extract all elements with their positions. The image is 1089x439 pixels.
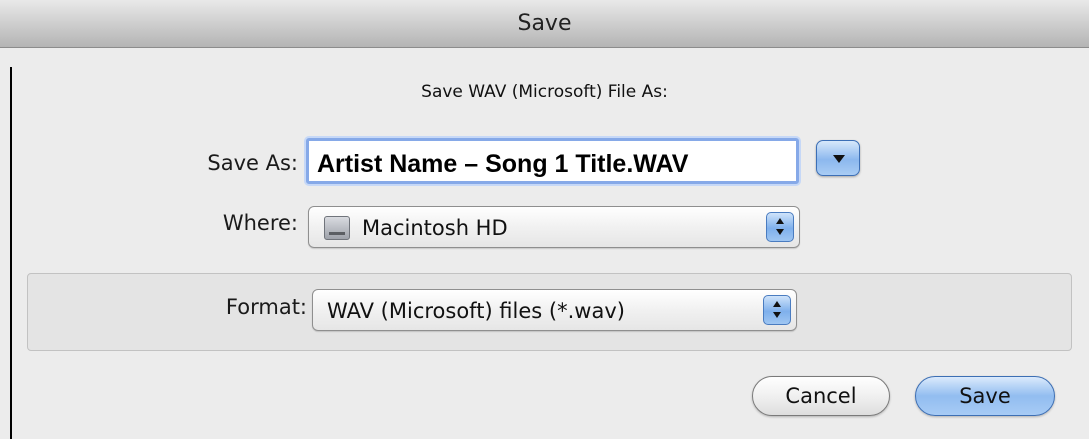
- dialog-prompt: Save WAV (Microsoft) File As:: [421, 82, 668, 102]
- title-bar[interactable]: Save: [0, 0, 1089, 48]
- format-popup-button[interactable]: WAV (Microsoft) files (*.wav): [312, 289, 797, 331]
- popup-arrows-icon: [766, 212, 794, 242]
- left-edge-divider: [10, 67, 12, 439]
- file-name-field[interactable]: Artist Name – Song 1 Title.WAV: [306, 138, 799, 184]
- expand-dialog-button[interactable]: [816, 140, 860, 176]
- save-dialog-window: Save Save WAV (Microsoft) File As: Save …: [0, 0, 1089, 439]
- where-popup-button[interactable]: Macintosh HD: [308, 206, 800, 248]
- format-value: WAV (Microsoft) files (*.wav): [327, 299, 625, 323]
- save-button[interactable]: Save: [915, 376, 1055, 416]
- cancel-button[interactable]: Cancel: [752, 376, 890, 416]
- popup-arrows-icon: [763, 295, 791, 325]
- format-label: Format:: [225, 295, 307, 319]
- where-value: Macintosh HD: [362, 216, 508, 240]
- triangle-down-icon: [833, 155, 845, 163]
- where-label: Where:: [222, 211, 298, 235]
- save-as-label: Save As:: [207, 151, 298, 175]
- hard-drive-icon: [324, 216, 350, 240]
- window-title: Save: [517, 11, 572, 36]
